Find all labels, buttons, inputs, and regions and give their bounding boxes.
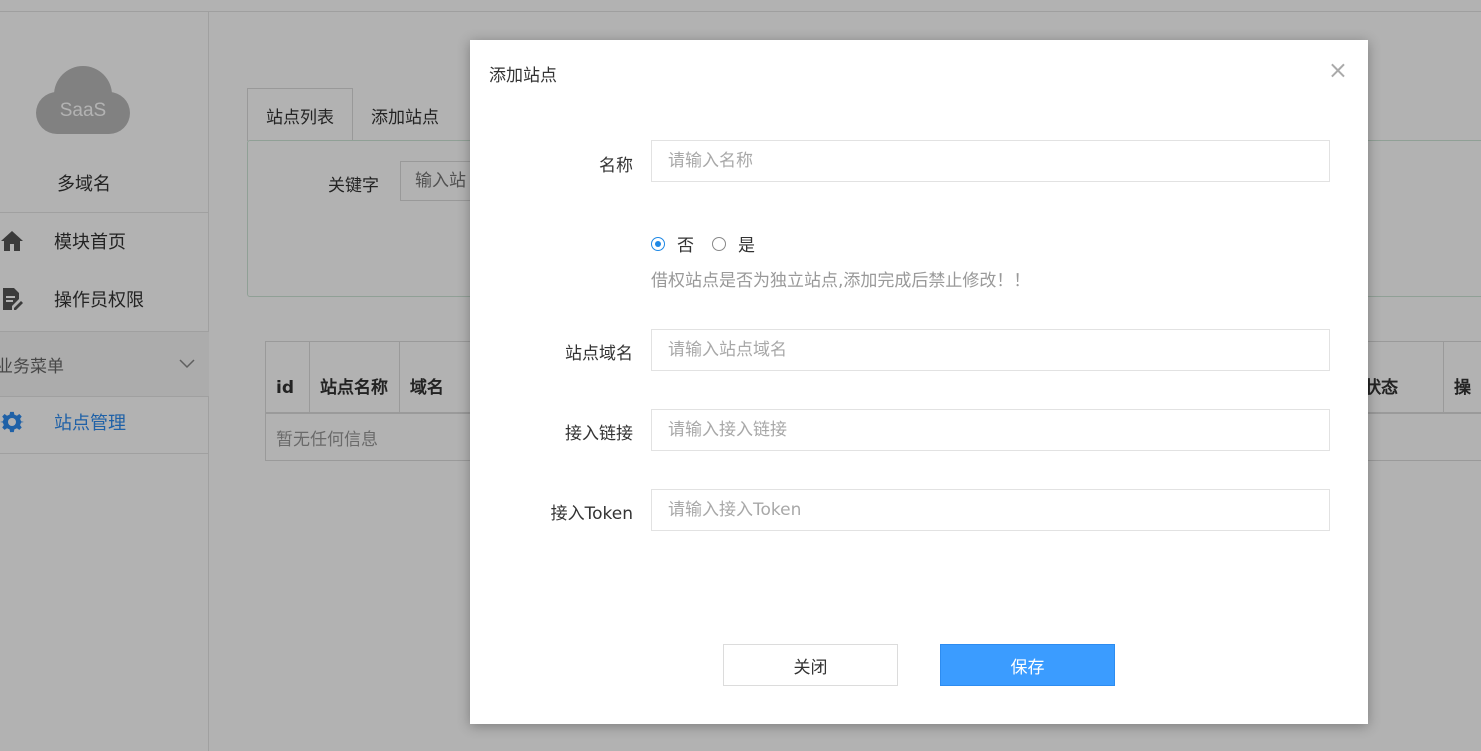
radio-yes-label: 是 <box>738 236 755 256</box>
domain-input[interactable] <box>651 329 1330 371</box>
radio-no-label: 否 <box>677 236 694 256</box>
name-input[interactable] <box>651 140 1330 182</box>
radio-hint-text: 借权站点是否为独立站点,添加完成后禁止修改！！ <box>651 271 1031 291</box>
radio-no[interactable] <box>651 236 665 251</box>
link-label: 接入链接 <box>565 424 633 444</box>
token-input[interactable] <box>651 489 1330 531</box>
independent-site-radio-group: 否 是 <box>651 231 773 256</box>
radio-option-yes[interactable]: 是 <box>712 231 755 256</box>
radio-yes[interactable] <box>712 236 726 251</box>
name-label: 名称 <box>599 156 633 176</box>
link-input[interactable] <box>651 409 1330 451</box>
dialog-title: 添加站点 <box>489 66 557 86</box>
add-site-dialog: 添加站点 × 名称 否 是 借权站点是否为独立站点,添加完成后禁止修改！！ 站点… <box>470 40 1368 724</box>
close-icon[interactable]: × <box>1328 56 1348 84</box>
domain-label: 站点域名 <box>565 344 633 364</box>
token-label: 接入Token <box>550 504 633 524</box>
radio-option-no[interactable]: 否 <box>651 231 694 256</box>
save-button[interactable]: 保存 <box>940 644 1115 686</box>
close-button[interactable]: 关闭 <box>723 644 898 686</box>
